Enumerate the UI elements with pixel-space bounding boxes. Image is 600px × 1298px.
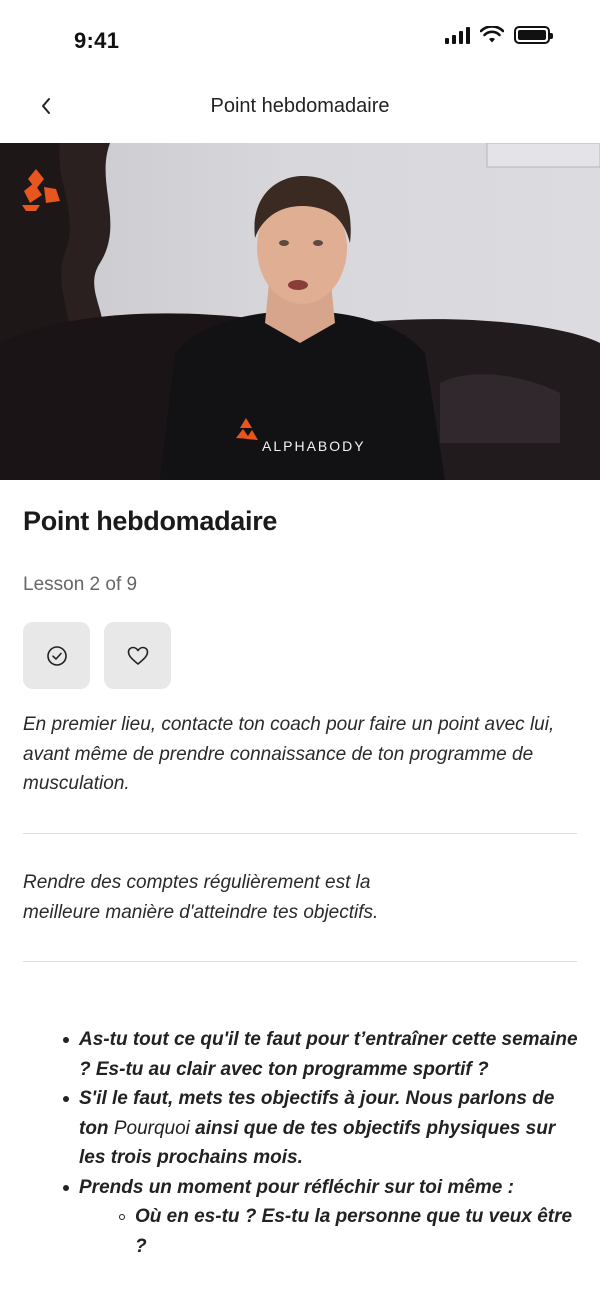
- quote-line-1: Rendre des comptes régulièrement est la: [23, 872, 371, 893]
- check-circle-icon: [46, 645, 67, 666]
- wifi-icon: [480, 26, 504, 43]
- sublist-item-text: Où en es-tu ? Es-tu la personne que tu v…: [135, 1206, 573, 1257]
- list-item: S'il le faut, mets tes objectifs à jour.…: [63, 1084, 579, 1173]
- lesson-quote: Rendre des comptes régulièrement est la …: [23, 868, 423, 927]
- cellular-signal-icon: [445, 26, 470, 44]
- mark-complete-button[interactable]: [23, 622, 90, 689]
- shirt-brand-text: ALPHABODY: [262, 438, 366, 454]
- status-bar: 9:41: [0, 0, 600, 80]
- status-time: 9:41: [74, 28, 120, 53]
- lesson-video[interactable]: ALPHABODY: [0, 143, 600, 480]
- list-item: Prends un moment pour réfléchir sur toi …: [63, 1173, 579, 1262]
- list-item-emphasis: Pourquoi: [113, 1117, 190, 1139]
- lesson-intro: En premier lieu, contacte ton coach pour…: [23, 714, 555, 794]
- nav-bar: Point hebdomadaire: [0, 80, 600, 142]
- heart-icon: [127, 646, 148, 665]
- list-item-text: Prends un moment pour réfléchir sur toi …: [79, 1176, 514, 1198]
- checklist: As-tu tout ce qu'il te faut pour t’entra…: [63, 1025, 579, 1262]
- nav-title: Point hebdomadaire: [210, 95, 390, 117]
- sublist-item: Où en es-tu ? Es-tu la personne que tu v…: [119, 1202, 579, 1261]
- status-icons: [445, 24, 553, 46]
- list-item-text: As-tu tout ce qu'il te faut pour t’entra…: [79, 1029, 578, 1080]
- lesson-actions: [23, 622, 171, 689]
- divider: [23, 961, 577, 962]
- lesson-title: Point hebdomadaire: [23, 506, 278, 536]
- divider: [23, 833, 577, 834]
- video-frame: ALPHABODY: [0, 143, 600, 480]
- sublist: Où en es-tu ? Es-tu la personne que tu v…: [119, 1202, 579, 1261]
- list-item: As-tu tout ce qu'il te faut pour t’entra…: [63, 1025, 579, 1084]
- lesson-progress: Lesson 2 of 9: [23, 574, 138, 595]
- battery-icon: [514, 26, 553, 44]
- quote-line-2: meilleure manière d'atteindre tes object…: [23, 901, 379, 923]
- favorite-button[interactable]: [104, 622, 171, 689]
